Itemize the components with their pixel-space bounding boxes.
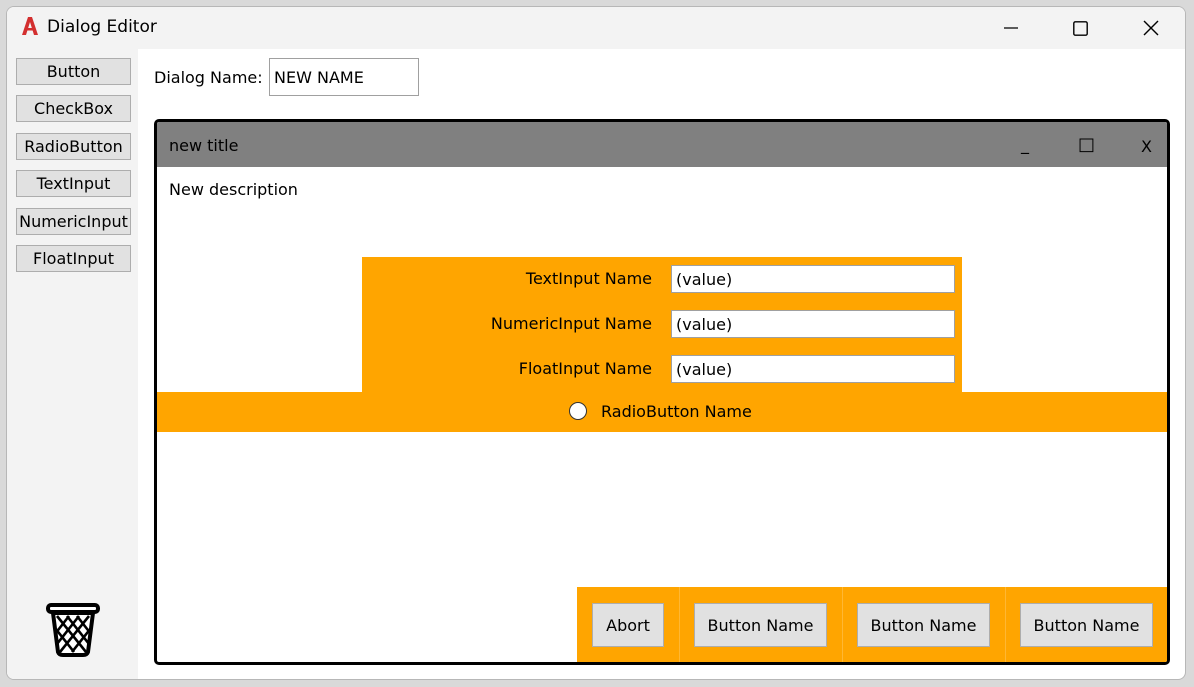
maximize-icon xyxy=(1072,20,1088,36)
button-divider xyxy=(842,587,843,662)
tool-button-checkbox[interactable]: CheckBox xyxy=(16,95,131,122)
dialog-button-3[interactable]: Button Name xyxy=(1020,603,1153,647)
tool-button-floatinput[interactable]: FloatInput xyxy=(16,245,131,272)
controls-toolbox: Button CheckBox RadioButton TextInput Nu… xyxy=(7,49,138,679)
abort-button[interactable]: Abort xyxy=(592,603,664,647)
buttons-panel: Abort Button Name Button Name Button Nam… xyxy=(577,587,1167,662)
tool-button-textinput[interactable]: TextInput xyxy=(16,170,131,197)
fields-panel: TextInput Name NumericInput Name FloatIn… xyxy=(362,257,962,393)
button-divider xyxy=(1005,587,1006,662)
field-input-textinput[interactable] xyxy=(671,265,955,293)
preview-maximize-icon[interactable]: □ xyxy=(1078,134,1095,155)
radio-button-label: RadioButton Name xyxy=(601,402,752,421)
preview-description: New description xyxy=(169,180,298,199)
preview-close-icon[interactable]: X xyxy=(1141,137,1152,156)
field-label-textinput: TextInput Name xyxy=(525,269,652,288)
dialog-button-2[interactable]: Button Name xyxy=(857,603,990,647)
window-title: Dialog Editor xyxy=(47,17,157,37)
preview-title-bar: new title _ □ X xyxy=(157,122,1167,167)
field-label-numericinput: NumericInput Name xyxy=(490,314,652,333)
tool-button-button[interactable]: Button xyxy=(16,58,131,85)
trash-icon[interactable] xyxy=(45,602,101,658)
dialog-name-label: Dialog Name: xyxy=(154,68,263,87)
field-input-floatinput[interactable] xyxy=(671,355,955,383)
radio-button[interactable] xyxy=(569,402,587,420)
button-divider xyxy=(679,587,680,662)
dialog-preview: new title _ □ X New description TextInpu… xyxy=(154,119,1170,665)
field-label-floatinput: FloatInput Name xyxy=(518,359,652,378)
minimize-icon xyxy=(1004,27,1018,29)
close-button[interactable] xyxy=(1122,7,1180,49)
close-icon xyxy=(1143,20,1159,36)
dialog-name-input[interactable] xyxy=(269,58,419,96)
dialog-editor-window: Dialog Editor Button CheckBox RadioButto… xyxy=(6,6,1186,680)
maximize-button[interactable] xyxy=(1051,7,1109,49)
radio-panel: RadioButton Name xyxy=(157,392,1167,432)
preview-title: new title xyxy=(169,136,239,155)
tool-button-numericinput[interactable]: NumericInput xyxy=(16,208,131,235)
dialog-button-1[interactable]: Button Name xyxy=(694,603,827,647)
autocad-app-icon xyxy=(22,17,38,35)
title-bar: Dialog Editor xyxy=(7,7,1185,49)
tool-button-radiobutton[interactable]: RadioButton xyxy=(16,133,131,160)
minimize-button[interactable] xyxy=(982,7,1040,49)
preview-minimize-icon[interactable]: _ xyxy=(1021,135,1029,154)
field-input-numericinput[interactable] xyxy=(671,310,955,338)
